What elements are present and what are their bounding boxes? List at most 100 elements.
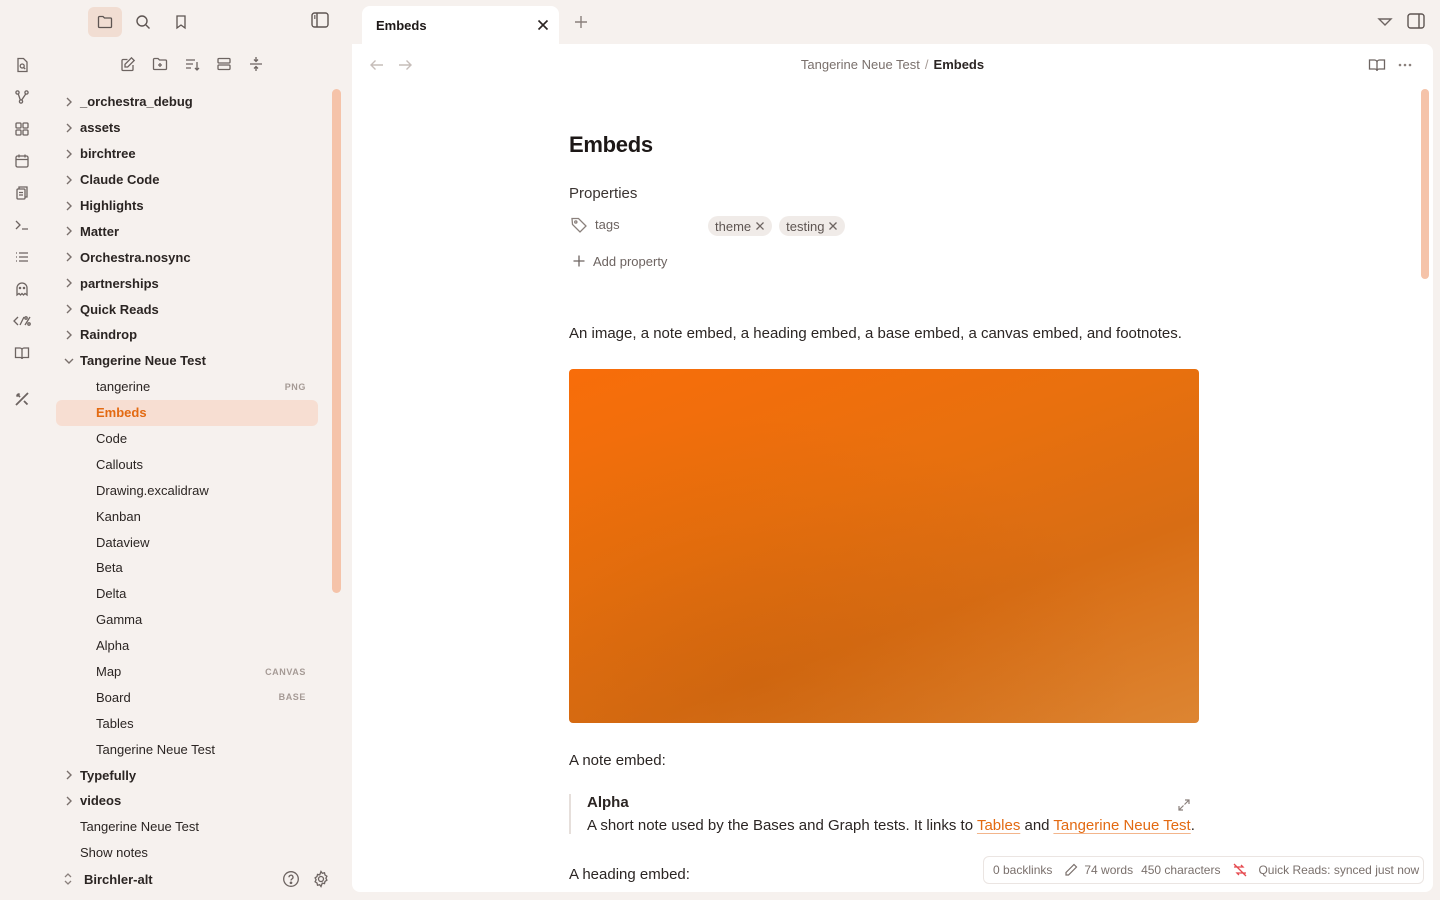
file-tables[interactable]: Tables (56, 710, 318, 736)
file-show-notes[interactable]: Show notes (56, 840, 318, 866)
chevron-updown-icon (60, 871, 76, 887)
folder-label: Orchestra.nosync (80, 249, 191, 265)
folder-tangerine-neue-test[interactable]: Tangerine Neue Test (56, 348, 318, 374)
folder-raindrop[interactable]: Raindrop (56, 322, 318, 348)
vault-switcher[interactable]: Birchler-alt (56, 866, 346, 892)
editor-pane: Tangerine Neue Test / Embeds Embeds Proper… (352, 44, 1433, 892)
character-count: 450 characters (1141, 863, 1221, 877)
close-icon[interactable] (754, 220, 766, 232)
properties-heading[interactable]: Properties (569, 185, 1201, 202)
file-label: Tables (96, 715, 134, 731)
new-folder-icon[interactable] (150, 54, 170, 74)
search-icon (135, 14, 151, 30)
tag-pill[interactable]: testing (779, 216, 846, 236)
file-tangerine-neue-test[interactable]: Tangerine Neue Test (56, 814, 318, 840)
search-file-icon[interactable] (12, 55, 32, 75)
file-embeds[interactable]: Embeds (56, 399, 318, 426)
new-note-icon[interactable] (118, 54, 138, 74)
calendar-icon[interactable] (12, 151, 32, 171)
tag-icon[interactable] (570, 216, 588, 234)
ghost-icon[interactable] (12, 279, 32, 299)
page-title[interactable]: Embeds (569, 132, 1201, 158)
expand-collapse-icon[interactable] (246, 54, 266, 74)
pencil-icon[interactable] (1064, 863, 1078, 877)
property-key[interactable]: tags (595, 217, 620, 232)
file-callouts[interactable]: Callouts (56, 451, 318, 477)
template-icon[interactable] (12, 311, 32, 331)
file-tangerine[interactable]: tangerine PNG (56, 374, 318, 400)
more-options-icon[interactable] (1396, 56, 1414, 74)
close-icon[interactable] (535, 17, 551, 33)
sync-error-icon[interactable] (1232, 862, 1248, 878)
grid-icon[interactable] (12, 119, 32, 139)
sidebar-scrollbar[interactable] (332, 89, 341, 593)
file-tangerine-neue-test[interactable]: Tangerine Neue Test (56, 736, 318, 762)
tools-icon[interactable] (12, 389, 32, 409)
file-label: Alpha (96, 638, 130, 654)
help-icon[interactable] (282, 870, 300, 888)
file-delta[interactable]: Delta (56, 581, 318, 607)
intro-paragraph: An image, a note embed, a heading embed,… (569, 325, 1182, 342)
folder-typefully[interactable]: Typefully (56, 762, 318, 788)
sidebar-toggle-icon[interactable] (310, 10, 332, 32)
document: Embeds Properties tags theme testing Add… (569, 132, 1201, 883)
gear-icon[interactable] (312, 870, 330, 888)
add-property-button[interactable]: Add property (569, 251, 1201, 271)
file-label: Kanban (96, 508, 141, 524)
sort-icon[interactable] (182, 54, 202, 74)
tab-embeds[interactable]: Embeds (362, 6, 559, 45)
folder-orchestra-nosync[interactable]: Orchestra.nosync (56, 244, 318, 270)
file-board[interactable]: Board BASE (56, 684, 318, 710)
breadcrumb-parent[interactable]: Tangerine Neue Test (801, 57, 920, 72)
folder-matter[interactable]: Matter (56, 218, 318, 244)
file-beta[interactable]: Beta (56, 555, 318, 581)
embedded-image-tangerine[interactable] (569, 369, 1199, 723)
file-code[interactable]: Code (56, 426, 318, 452)
chevron-right-icon (62, 95, 76, 109)
list-icon[interactable] (12, 247, 32, 267)
folder-assets[interactable]: assets (56, 115, 318, 141)
file-alpha[interactable]: Alpha (56, 633, 318, 659)
folder-orchestra-debug[interactable]: _orchestra_debug (56, 89, 318, 115)
breadcrumb-current[interactable]: Embeds (934, 57, 985, 72)
bookmarks-tab[interactable] (164, 7, 198, 37)
chevron-down-icon[interactable] (1376, 13, 1394, 31)
plus-icon[interactable] (572, 13, 590, 31)
folder-birchtree[interactable]: birchtree (56, 141, 318, 167)
file-gamma[interactable]: Gamma (56, 607, 318, 633)
editor-scrollbar[interactable] (1421, 89, 1429, 279)
folder-claude-code[interactable]: Claude Code (56, 167, 318, 193)
chevron-right-icon (62, 302, 76, 316)
tab-title: Embeds (376, 18, 427, 33)
folder-videos[interactable]: videos (56, 788, 318, 814)
file-explorer-tab[interactable] (88, 7, 122, 37)
file-kanban[interactable]: Kanban (56, 503, 318, 529)
vault-name: Birchler-alt (84, 871, 153, 887)
expand-icon[interactable] (1177, 798, 1191, 812)
right-sidebar-toggle-icon[interactable] (1406, 11, 1428, 33)
file-map[interactable]: Map CANVAS (56, 659, 318, 685)
graph-icon[interactable] (12, 87, 32, 107)
file-drawing-excalidraw[interactable]: Drawing.excalidraw (56, 477, 318, 503)
folder-highlights[interactable]: Highlights (56, 193, 318, 219)
book-icon[interactable] (12, 343, 32, 363)
close-icon[interactable] (827, 220, 839, 232)
terminal-icon[interactable] (12, 215, 32, 235)
collapse-icon[interactable] (214, 54, 234, 74)
book-open-icon[interactable] (1368, 56, 1386, 74)
copy-icon[interactable] (12, 183, 32, 203)
link-tables[interactable]: Tables (977, 817, 1020, 834)
add-property-label: Add property (593, 253, 668, 269)
sidebar-tab-bar (88, 7, 198, 37)
file-dataview[interactable]: Dataview (56, 529, 318, 555)
link-tangerine-neue-test[interactable]: Tangerine Neue Test (1053, 817, 1190, 834)
sync-status[interactable]: Quick Reads: synced just now (1258, 863, 1419, 877)
folder-quick-reads[interactable]: Quick Reads (56, 296, 318, 322)
embed-text-after: . (1190, 817, 1195, 834)
embed-text: A short note used by the Bases and Graph… (587, 817, 1201, 834)
tag-pill[interactable]: theme (708, 216, 773, 236)
backlinks-count[interactable]: 0 backlinks (993, 863, 1052, 877)
folder-partnerships[interactable]: partnerships (56, 270, 318, 296)
file-label: Callouts (96, 456, 143, 472)
search-tab[interactable] (126, 7, 160, 37)
